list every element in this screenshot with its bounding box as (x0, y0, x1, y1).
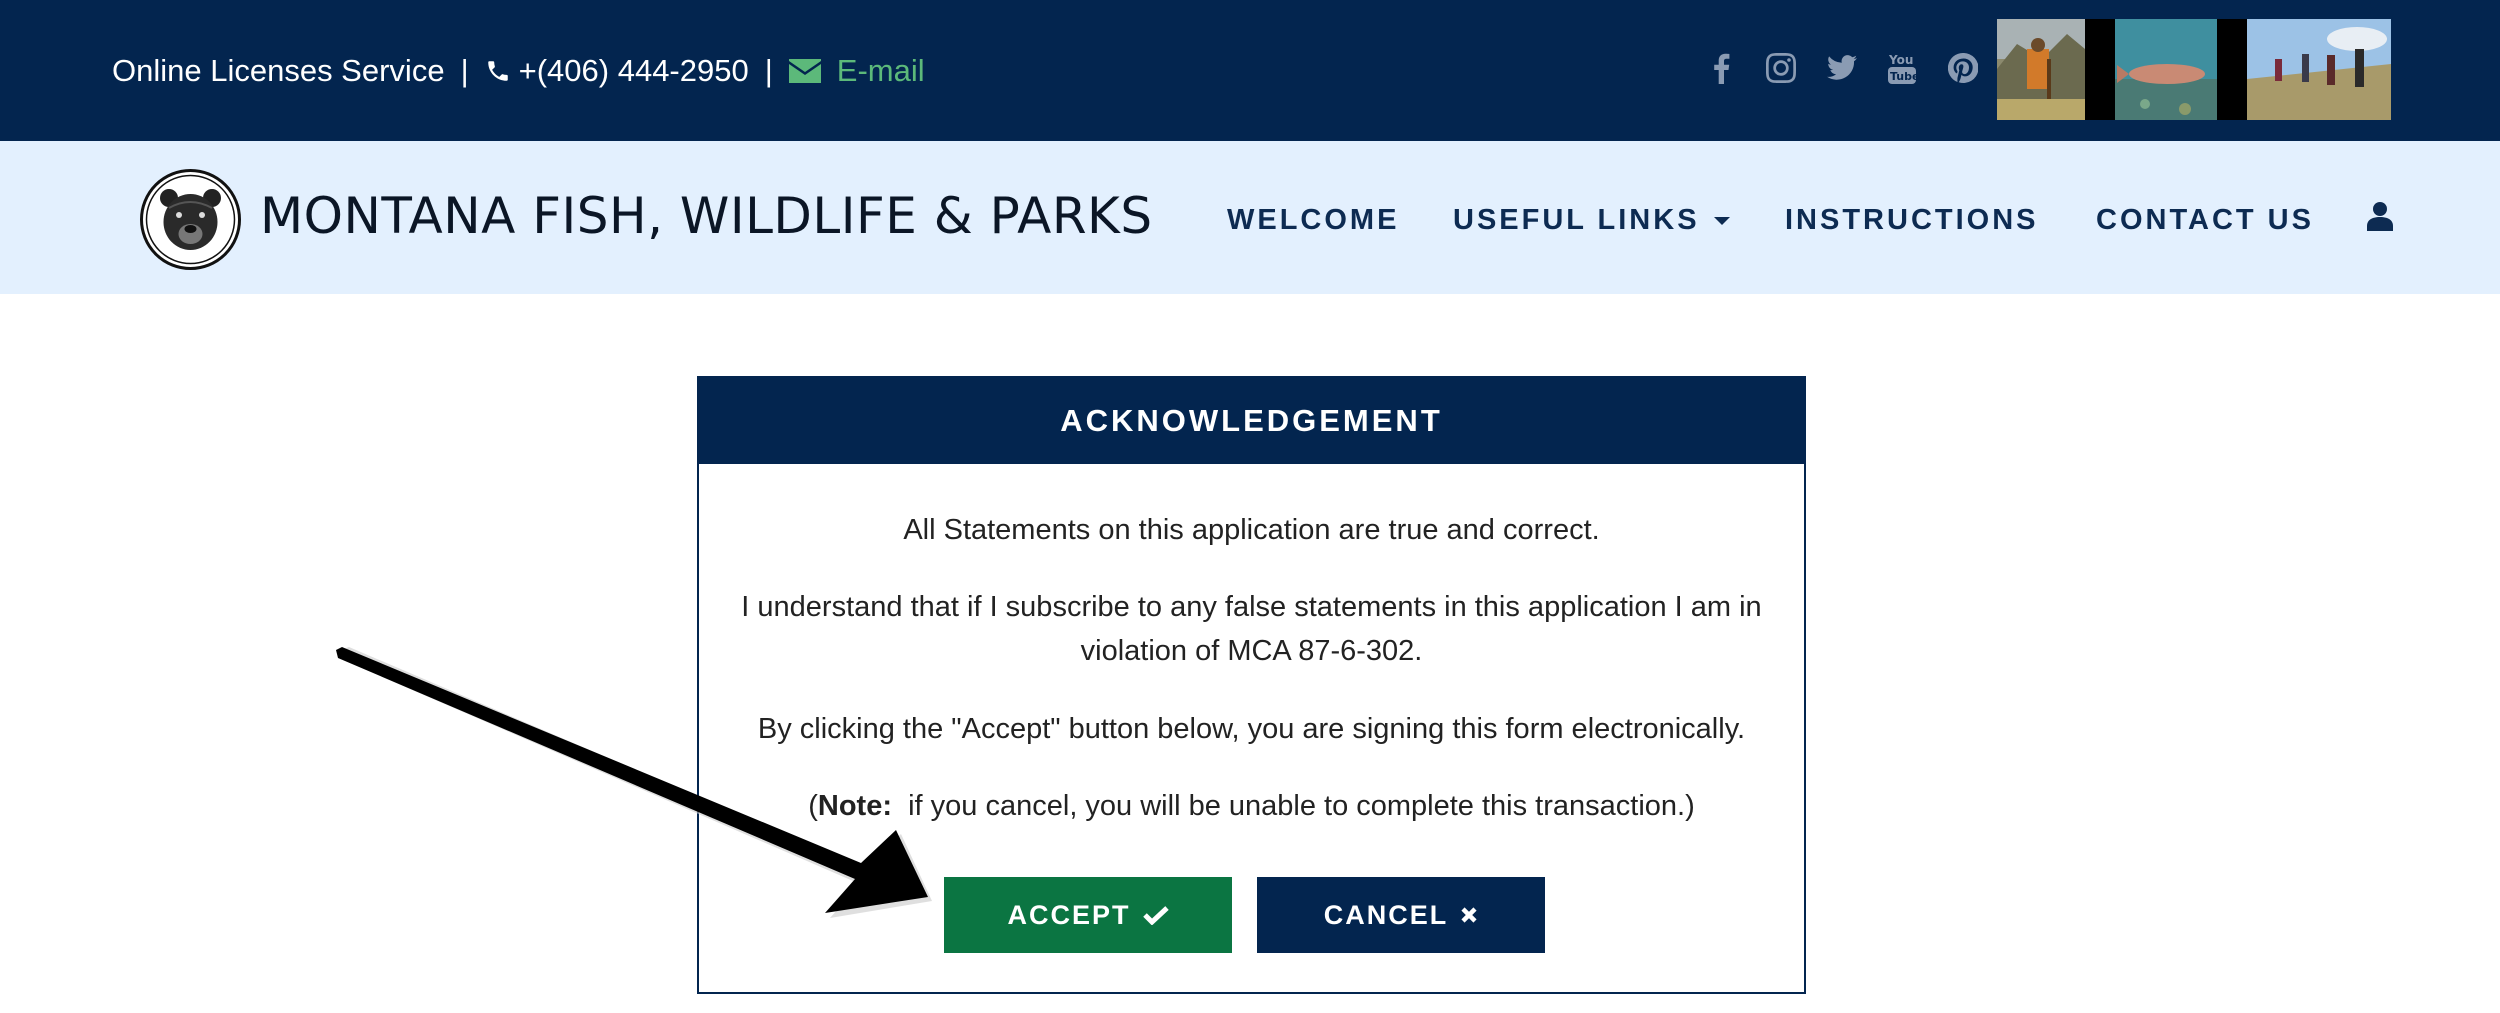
email-link[interactable]: E-mail (837, 53, 925, 89)
separator: | (764, 53, 773, 88)
fish-photo (2115, 19, 2217, 120)
twitter-icon[interactable] (1822, 48, 1862, 88)
dialog-title: ACKNOWLEDGEMENT (699, 378, 1804, 464)
cancel-note: (Note: if you cancel, you will be unable… (729, 784, 1774, 828)
close-icon (1461, 907, 1477, 923)
accept-label: ACCEPT (1007, 899, 1131, 930)
instagram-icon[interactable] (1761, 48, 1801, 88)
cancel-button[interactable]: CANCEL (1257, 877, 1545, 953)
statement-true: All Statements on this application are t… (903, 514, 1600, 546)
nav-useful-links[interactable]: USEFUL LINKS (1453, 200, 1730, 240)
pinterest-icon[interactable] (1943, 48, 1983, 88)
caret-down-icon (1713, 217, 1730, 226)
contact-info: Online Licenses Service | +(406) 444-295… (112, 50, 925, 92)
header-photo-banner (1997, 19, 2391, 120)
separator: | (460, 53, 469, 88)
nav-welcome[interactable]: WELCOME (1227, 200, 1399, 240)
nav-instructions[interactable]: INSTRUCTIONS (1785, 200, 2039, 240)
statement-signing: By clicking the "Accept" button below, y… (757, 713, 1746, 745)
youtube-icon[interactable]: You Tube (1882, 48, 1922, 88)
statement-violation: I understand that if I subscribe to any … (741, 591, 1762, 667)
top-bar: Online Licenses Service | +(406) 444-295… (0, 0, 2500, 141)
nav-contact-us[interactable]: CONTACT US (2096, 200, 2314, 240)
hikers-photo (2247, 19, 2391, 120)
user-icon[interactable] (2367, 201, 2393, 231)
phone-number[interactable]: +(406) 444-2950 (519, 53, 749, 89)
site-brand[interactable]: MONTANA FISH, WILDLIFE & PARKS (260, 186, 1153, 246)
bear-logo-icon[interactable] (139, 168, 242, 271)
phone-icon (487, 61, 508, 81)
hunter-photo (1997, 19, 2085, 120)
checkmark-icon (1142, 906, 1169, 925)
cancel-label: CANCEL (1323, 899, 1449, 930)
service-label: Online Licenses Service (112, 53, 445, 88)
accept-button[interactable]: ACCEPT (944, 877, 1232, 953)
svg-text:Tube: Tube (1890, 70, 1916, 83)
note-text: if you cancel, you will be unable to com… (892, 790, 1695, 822)
svg-text:You: You (1888, 53, 1913, 67)
envelope-icon (788, 59, 821, 83)
note-label: Note: (817, 790, 892, 822)
nav-useful-links-label: USEFUL LINKS (1453, 204, 1700, 236)
note-open-paren: ( (808, 790, 818, 822)
acknowledgement-dialog: ACKNOWLEDGEMENT All Statements on this a… (697, 376, 1806, 994)
facebook-icon[interactable] (1701, 48, 1741, 88)
